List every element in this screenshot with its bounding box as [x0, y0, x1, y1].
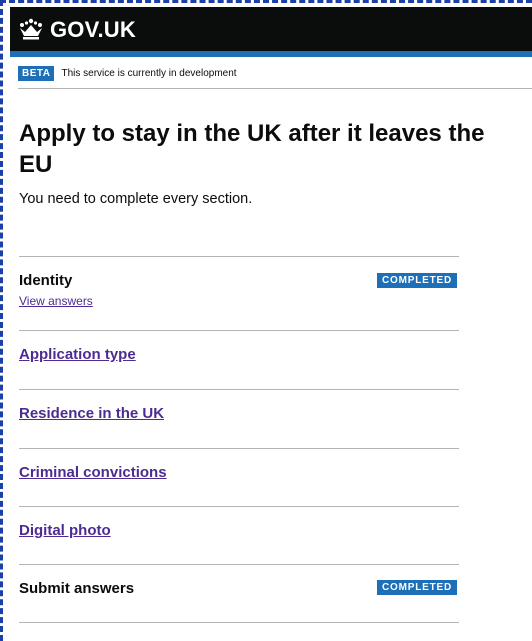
task-application-type: Application type	[19, 330, 459, 389]
status-badge-submit: COMPLETED	[377, 580, 457, 595]
task-submit-answers: Submit answers COMPLETED	[19, 564, 459, 622]
govuk-header: GOV.UK	[10, 7, 532, 57]
task-residence: Residence in the UK	[19, 389, 459, 448]
intro-text: You need to complete every section.	[19, 191, 253, 207]
govuk-logo-link[interactable]: GOV.UK	[50, 17, 136, 43]
task-list: Identity View answers COMPLETED Applicat…	[19, 256, 459, 622]
criminal-convictions-link[interactable]: Criminal convictions	[19, 464, 167, 481]
phase-banner: BETA This service is currently in develo…	[18, 62, 532, 84]
task-criminal-convictions: Criminal convictions	[19, 448, 459, 506]
phase-banner-text: This service is currently in development	[61, 67, 237, 79]
task-list-bottom-border	[19, 622, 459, 623]
phase-divider	[18, 88, 532, 89]
crown-icon	[18, 18, 44, 45]
page-title: Apply to stay in the UK after it leaves …	[19, 120, 485, 178]
view-answers-link[interactable]: View answers	[19, 294, 459, 308]
task-identity: Identity View answers COMPLETED	[19, 256, 459, 330]
task-identity-label: Identity	[19, 272, 73, 289]
beta-tag: BETA	[18, 65, 55, 81]
frame-left-border	[0, 0, 8, 641]
task-digital-photo: Digital photo	[19, 506, 459, 564]
frame-top-border	[0, 0, 532, 6]
status-badge-identity: COMPLETED	[377, 273, 457, 288]
submit-answers-label: Submit answers	[19, 580, 135, 597]
digital-photo-link[interactable]: Digital photo	[19, 522, 111, 539]
application-type-link[interactable]: Application type	[19, 346, 136, 363]
residence-in-uk-link[interactable]: Residence in the UK	[19, 405, 164, 422]
